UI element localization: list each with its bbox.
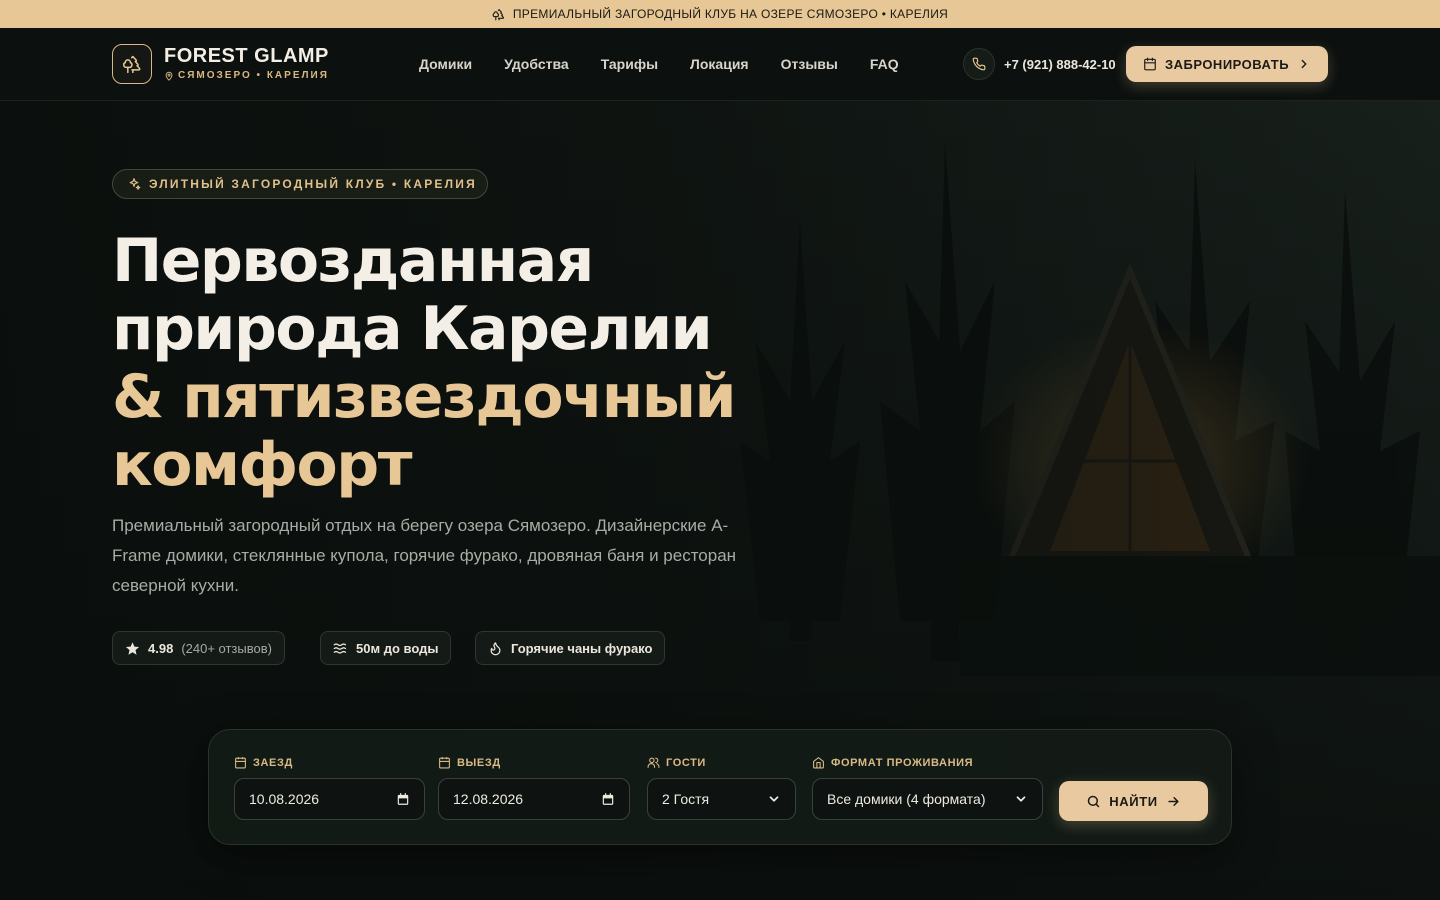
rating-reviews: (240+ отзывов) <box>181 640 272 656</box>
chevron-down-icon <box>1016 796 1026 802</box>
book-button-label: ЗАБРОНИРОВАТЬ <box>1164 56 1290 72</box>
nav-link-cabins[interactable]: Домики <box>419 56 472 72</box>
flame-icon <box>490 641 501 655</box>
map-pin-icon <box>165 71 173 81</box>
brand-name[interactable]: FOREST GLAMP <box>164 45 329 68</box>
guests-select[interactable]: 2 Гостя <box>647 778 796 820</box>
checkout-date-value: 12.08.2026 <box>453 791 524 807</box>
nav-link-amenities[interactable]: Удобства <box>504 56 569 72</box>
phone-number[interactable]: +7 (921) 888-42-10 <box>1004 57 1116 72</box>
search-icon <box>1088 795 1100 807</box>
sparkles-icon <box>129 178 141 190</box>
search-button[interactable]: НАЙТИ <box>1059 781 1208 821</box>
hero-title: Первозданная природа Карелии & пятизвезд… <box>112 227 812 499</box>
hot-tub-chip: Горячие чаны фурако <box>475 631 666 665</box>
format-select[interactable]: Все домики (4 формата) <box>812 778 1043 820</box>
calendar-icon <box>1144 57 1156 71</box>
calendar-icon <box>439 757 450 769</box>
calendar-icon <box>397 793 409 805</box>
calendar-icon <box>602 793 614 805</box>
calendar-icon <box>235 757 246 769</box>
guests-value: 2 Гостя <box>662 791 710 807</box>
hot-tub-text: Горячие чаны фурако <box>511 640 653 656</box>
checkout-label: ВЫЕЗД <box>438 756 501 769</box>
arrow-right-icon <box>1168 796 1179 806</box>
waves-icon <box>333 642 347 654</box>
brand-location: СЯМОЗЕРО • КАРЕЛИЯ <box>164 70 329 81</box>
search-button-label: НАЙТИ <box>1109 793 1158 809</box>
announcement-bar: ПРЕМИАЛЬНЫЙ ЗАГОРОДНЫЙ КЛУБ НА ОЗЕРЕ СЯМ… <box>0 0 1440 28</box>
rating-value: 4.98 <box>148 640 174 656</box>
rating-chip: 4.98 (240+ отзывов) <box>112 631 285 665</box>
hero-badge-text: ЭЛИТНЫЙ ЗАГОРОДНЫЙ КЛУБ • КАРЕЛИЯ <box>149 177 477 191</box>
guests-label: ГОСТИ <box>647 756 706 769</box>
hero-badge: ЭЛИТНЫЙ ЗАГОРОДНЫЙ КЛУБ • КАРЕЛИЯ <box>112 169 488 199</box>
trees-icon <box>492 8 504 20</box>
nav-link-reviews[interactable]: Отзывы <box>781 56 838 72</box>
announcement-text: ПРЕМИАЛЬНЫЙ ЗАГОРОДНЫЙ КЛУБ НА ОЗЕРЕ СЯМ… <box>512 7 949 21</box>
hero-title-line-3: & пятизвездочный <box>112 362 737 432</box>
water-distance-chip: 50м до воды <box>320 631 452 665</box>
guests-label-text: ГОСТИ <box>666 756 706 769</box>
main-nav: Домики Удобства Тарифы Локация Отзывы FA… <box>419 56 899 72</box>
format-label-text: ФОРМАТ ПРОЖИВАНИЯ <box>831 756 974 769</box>
star-icon <box>125 641 140 655</box>
hero-title-line-2: природа Карелии <box>112 294 713 364</box>
checkout-label-text: ВЫЕЗД <box>457 756 501 769</box>
chevron-down-icon <box>769 796 779 802</box>
phone-button[interactable] <box>963 48 995 80</box>
chevron-right-icon <box>1301 59 1307 69</box>
phone-icon <box>972 57 986 71</box>
hero-description: Премиальный загородный отдых на берегу о… <box>112 516 737 595</box>
logo[interactable] <box>112 44 152 84</box>
checkin-label-text: ЗАЕЗД <box>253 756 293 769</box>
hero-section: ЭЛИТНЫЙ ЗАГОРОДНЫЙ КЛУБ • КАРЕЛИЯ Первоз… <box>0 101 1440 900</box>
booking-form: ЗАЕЗД 10.08.2026 ВЫЕЗД 12.08.2026 ГОСТИ … <box>208 729 1232 845</box>
nav-link-location[interactable]: Локация <box>690 56 749 72</box>
checkin-date-value: 10.08.2026 <box>249 791 320 807</box>
checkout-date-input[interactable]: 12.08.2026 <box>438 778 630 820</box>
format-value: Все домики (4 формата) <box>827 791 986 807</box>
water-distance-text: 50м до воды <box>356 640 439 656</box>
brand-location-text: СЯМОЗЕРО • КАРЕЛИЯ <box>178 70 329 81</box>
hero-title-line-1: Первозданная <box>112 226 594 296</box>
book-button[interactable]: ЗАБРОНИРОВАТЬ <box>1126 46 1328 82</box>
checkin-date-input[interactable]: 10.08.2026 <box>234 778 425 820</box>
home-icon <box>813 757 824 769</box>
site-header: FOREST GLAMP СЯМОЗЕРО • КАРЕЛИЯ Домики У… <box>0 28 1440 101</box>
nav-link-rates[interactable]: Тарифы <box>601 56 658 72</box>
checkin-label: ЗАЕЗД <box>234 756 293 769</box>
trees-icon <box>123 55 141 74</box>
format-label: ФОРМАТ ПРОЖИВАНИЯ <box>812 756 973 769</box>
users-icon <box>647 757 660 768</box>
hero-title-line-4: комфорт <box>112 430 412 500</box>
nav-link-faq[interactable]: FAQ <box>870 56 899 72</box>
